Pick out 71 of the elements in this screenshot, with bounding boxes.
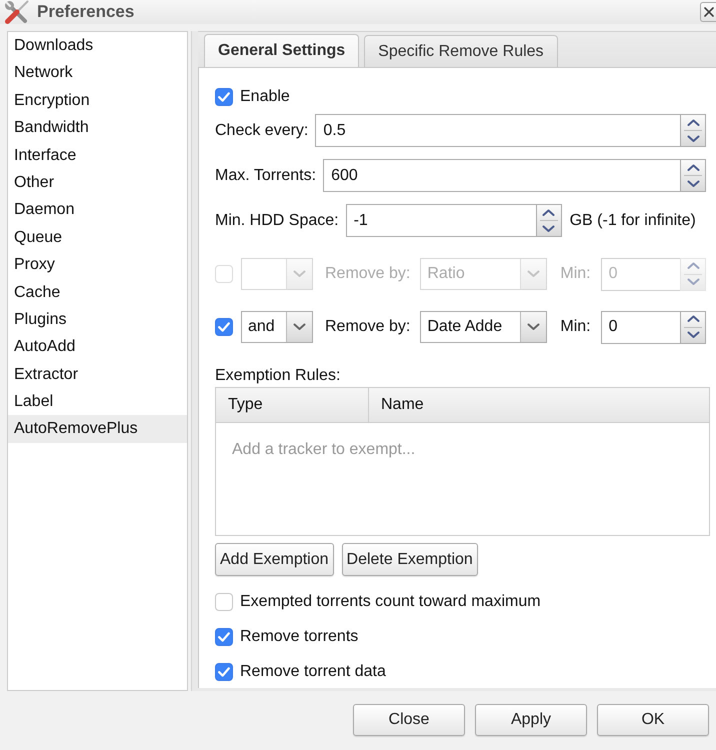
section-label: Exemption Rules: [215,366,340,386]
spinner-control[interactable] [680,159,706,192]
checkbox[interactable] [215,628,233,646]
checkbox-label: Exempted torrents count toward maximum [240,592,541,612]
window-title: Preferences [37,2,134,22]
chevron-up-icon[interactable] [686,164,700,172]
checkmark-icon [218,92,230,102]
chevron-up-icon[interactable] [542,208,556,216]
checkmark-icon [218,667,230,677]
chevron-down-icon[interactable] [686,331,700,339]
number-field[interactable]: -1 [346,204,536,237]
checkbox-label: Enable [240,87,290,107]
chevron-down-icon[interactable] [527,323,540,331]
checkbox[interactable] [215,88,233,106]
dialog-button[interactable]: OK [597,704,709,736]
field-label: Min: [560,264,591,284]
sidebar-item[interactable]: Encryption [8,86,187,114]
sidebar-item[interactable]: Plugins [8,306,187,334]
operator-dropdown[interactable]: and [241,311,313,343]
tools-icon [4,0,30,24]
field-label: Check every: [215,120,308,140]
sidebar-item[interactable]: Label [8,388,187,416]
spinner-control[interactable] [536,204,562,237]
exemption-button[interactable]: Add Exemption [215,543,334,576]
empty-table-text: Add a tracker to exempt... [232,440,416,460]
checkbox[interactable] [215,663,233,681]
checkbox[interactable] [215,593,233,611]
checkbox-label: Remove torrents [240,627,358,647]
unit-text: GB (-1 for infinite) [570,210,696,230]
remove-by-dropdown[interactable]: Date Adde [420,311,548,343]
chevron-up-icon[interactable] [686,118,700,126]
sidebar-item[interactable]: Queue [8,224,187,252]
sidebar-item[interactable]: AutoRemovePlus [8,415,187,443]
number-field[interactable]: 0 [600,310,680,344]
spinner-control[interactable] [680,114,706,147]
tab[interactable]: General Settings [204,34,360,67]
field-label: Max. Torrents: [215,166,316,186]
field-label: Min: [560,317,591,337]
chevron-down-icon[interactable] [542,224,556,232]
tab[interactable]: Specific Remove Rules [364,35,558,67]
number-field[interactable]: 0.5 [315,114,680,147]
sidebar-item[interactable]: Daemon [8,196,187,224]
close-icon [704,7,714,17]
sidebar-item[interactable]: Interface [8,142,187,169]
dialog-button[interactable]: Apply [475,704,587,736]
close-button[interactable] [700,2,716,22]
column-header[interactable]: Name [369,388,709,422]
sidebar-item[interactable]: Bandwidth [8,114,187,142]
chevron-down-icon[interactable] [293,323,306,331]
dialog-button[interactable]: Close [353,704,465,736]
sidebar-item[interactable]: Extractor [8,360,187,388]
exemption-button[interactable]: Delete Exemption [342,543,478,576]
column-header[interactable]: Type [216,388,369,422]
chevron-down-icon[interactable] [686,134,700,142]
sidebar-item[interactable]: AutoAdd [8,333,187,361]
checkbox[interactable] [215,318,233,336]
field-label: Remove by: [325,264,410,284]
spinner-control[interactable] [680,310,706,344]
sidebar-item[interactable]: Cache [8,278,187,306]
checkmark-icon [218,322,230,332]
checkbox-label: Remove torrent data [240,662,386,682]
field-label: Min. HDD Space: [215,210,339,230]
chevron-down-icon[interactable] [686,180,700,188]
number-field[interactable]: 600 [323,159,680,192]
sidebar-item[interactable]: Other [8,168,187,196]
checkmark-icon [218,632,230,642]
sidebar-item[interactable]: Proxy [8,251,187,279]
chevron-up-icon[interactable] [686,315,700,323]
field-label: Remove by: [325,317,410,337]
sidebar-item[interactable]: Network [8,59,187,87]
sidebar-item[interactable]: Downloads [8,32,187,60]
